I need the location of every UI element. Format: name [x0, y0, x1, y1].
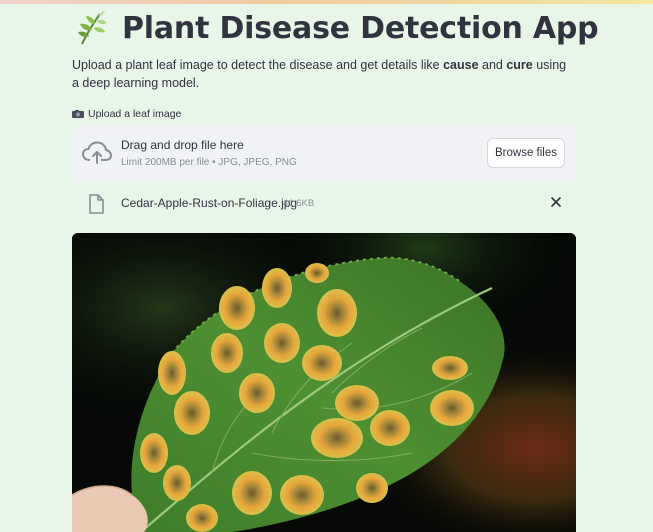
description-text: and — [478, 58, 507, 72]
uploaded-image-preview — [72, 233, 576, 532]
description-bold-cure: cure — [506, 58, 533, 72]
camera-icon — [72, 110, 84, 118]
page-header: Plant Disease Detection App — [76, 8, 599, 48]
uploaded-file-size: 41.6KB — [283, 198, 315, 209]
browse-files-button[interactable]: Browse files — [487, 138, 565, 168]
leaf-photo — [72, 233, 576, 532]
page-title: Plant Disease Detection App — [122, 10, 599, 46]
description-bold-cause: cause — [443, 58, 479, 72]
file-dropzone[interactable]: Drag and drop file here Limit 200MB per … — [72, 126, 576, 182]
uploader-label-text: Upload a leaf image — [88, 108, 182, 120]
dropzone-file-limit: Limit 200MB per file • JPG, JPEG, PNG — [121, 157, 297, 168]
dropzone-instructions: Drag and drop file here — [121, 138, 244, 152]
uploaded-file-item: Cedar-Apple-Rust-on-Foliage.jpg 41.6KB — [72, 190, 576, 218]
description-text: Upload a plant leaf image to detect the … — [72, 58, 444, 72]
herb-icon — [78, 11, 107, 45]
top-decoration-bar — [0, 0, 653, 4]
uploader-label: Upload a leaf image — [72, 106, 181, 122]
close-icon[interactable] — [550, 196, 562, 208]
file-icon — [89, 194, 104, 214]
cloud-upload-icon — [82, 141, 112, 164]
uploaded-file-name: Cedar-Apple-Rust-on-Foliage.jpg — [121, 196, 298, 210]
app-description: Upload a plant leaf image to detect the … — [72, 56, 576, 92]
